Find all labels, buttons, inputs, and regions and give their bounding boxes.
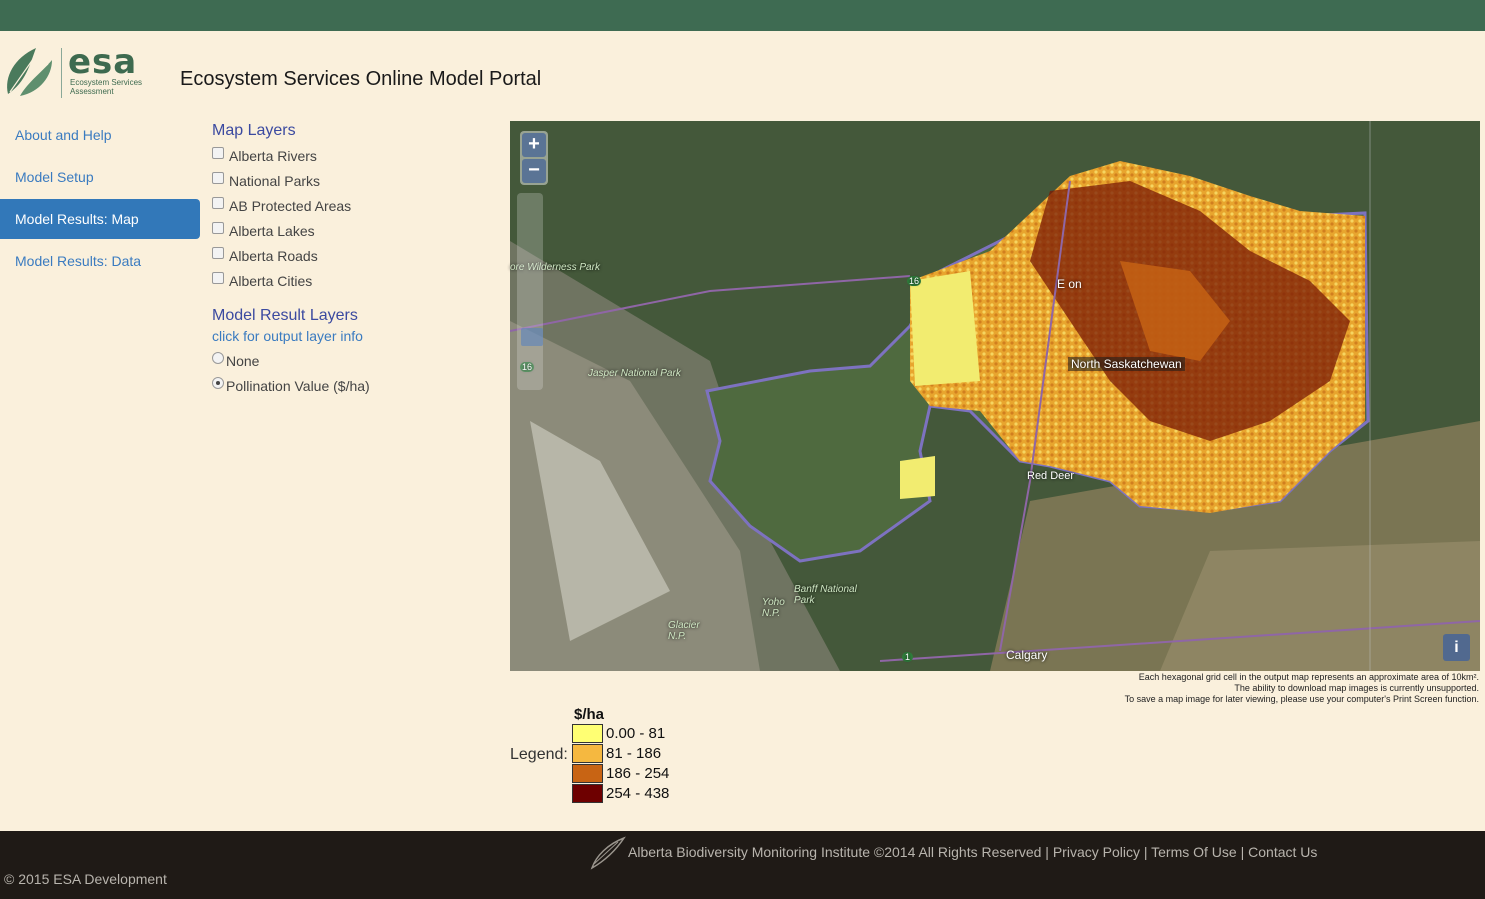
footer-sep: | <box>1240 844 1245 860</box>
layer-label: AB Protected Areas <box>229 197 352 214</box>
legend-swatch <box>572 763 603 783</box>
zoom-out-button[interactable]: − <box>522 159 546 183</box>
legend-label: Legend: <box>510 746 568 763</box>
checkbox[interactable] <box>212 271 224 284</box>
result-option-pollination[interactable]: Pollination Value ($/ha) <box>212 373 492 398</box>
layer-label: Alberta Cities <box>229 272 313 289</box>
output-layer-info-link[interactable]: click for output layer info <box>212 328 492 344</box>
nav-model-results-map[interactable]: Model Results: Map <box>0 199 200 239</box>
radio-button[interactable] <box>212 351 224 364</box>
radio-button-selected[interactable] <box>212 376 224 389</box>
nav-about-help[interactable]: About and Help <box>0 115 200 155</box>
map-label-jasper: Jasper National Park <box>588 368 681 379</box>
layer-alberta-cities[interactable]: Alberta Cities <box>212 268 492 293</box>
note-line: To save a map image for later viewing, p… <box>1124 694 1479 704</box>
footer <box>0 831 1485 899</box>
map-label-yoho: Yoho N.P. <box>762 597 785 619</box>
map-info-button[interactable]: i <box>1443 634 1470 661</box>
footer-sep: | <box>1045 844 1049 860</box>
map-label-calgary: Calgary <box>1006 648 1048 662</box>
map-label-glacier: Glacier N.P. <box>668 620 700 642</box>
note-line: The ability to download map images is cu… <box>1234 683 1479 693</box>
logo-wordmark: esa <box>68 42 138 82</box>
map-label-red-deer: Red Deer <box>1027 470 1075 482</box>
layer-label: National Parks <box>229 172 321 189</box>
model-result-layers-title: Model Result Layers <box>212 307 358 324</box>
layer-alberta-lakes[interactable]: Alberta Lakes <box>212 218 492 243</box>
legend-range: 0.00 - 81 <box>606 724 666 742</box>
layer-alberta-roads[interactable]: Alberta Roads <box>212 243 492 268</box>
legend-range: 254 - 438 <box>606 784 670 802</box>
legend-unit: $/ha <box>574 706 605 723</box>
zoom-in-button[interactable]: + <box>522 133 546 157</box>
footer-sep: | <box>1143 844 1148 860</box>
map-label-banff: Banff National Park <box>794 584 857 606</box>
footer-copyright: © 2015 ESA Development <box>4 871 167 887</box>
layers-panel: Map Layers Alberta Rivers National Parks… <box>212 122 492 398</box>
nav-model-results-data[interactable]: Model Results: Data <box>0 241 200 281</box>
layer-label: Alberta Rivers <box>229 147 317 164</box>
legend-row: 81 - 186 <box>572 743 661 763</box>
map-layers-title: Map Layers <box>212 122 296 139</box>
abmi-feather-icon <box>590 836 626 870</box>
legend-row: 0.00 - 81 <box>572 723 665 743</box>
checkbox[interactable] <box>212 171 224 184</box>
highway-shield-icon: 16 <box>907 276 922 286</box>
page-title: Ecosystem Services Online Model Portal <box>180 68 542 90</box>
map-label-region: North Saskatchewan <box>1068 357 1185 371</box>
zoom-slider-handle[interactable] <box>521 328 543 346</box>
map-label-edmonton: E on <box>1057 277 1082 291</box>
logo-subtitle: Ecosystem Services Assessment <box>70 78 143 96</box>
checkbox[interactable] <box>212 196 224 209</box>
legend-row: 254 - 438 <box>572 783 669 803</box>
contact-us-link[interactable]: Contact Us <box>1248 844 1317 860</box>
checkbox[interactable] <box>212 246 224 259</box>
terms-of-use-link[interactable]: Terms Of Use <box>1151 844 1237 860</box>
footer-org: Alberta Biodiversity Monitoring Institut… <box>628 844 1042 860</box>
logo-divider <box>61 48 62 98</box>
legend-swatch <box>572 783 603 803</box>
layer-label: Alberta Roads <box>229 247 318 264</box>
option-label: Pollination Value ($/ha) <box>226 377 370 394</box>
zoom-slider[interactable] <box>517 193 543 390</box>
map-canvas[interactable] <box>510 121 1480 671</box>
layer-ab-protected-areas[interactable]: AB Protected Areas <box>212 193 492 218</box>
option-label: None <box>226 352 260 369</box>
result-option-none[interactable]: None <box>212 348 492 373</box>
layer-label: Alberta Lakes <box>229 222 315 239</box>
legend-swatch <box>572 743 603 763</box>
zoom-control: + − <box>520 131 548 185</box>
legend-range: 186 - 254 <box>606 764 670 782</box>
checkbox[interactable] <box>212 221 224 234</box>
privacy-policy-link[interactable]: Privacy Policy <box>1053 844 1140 860</box>
layer-alberta-rivers[interactable]: Alberta Rivers <box>212 143 492 168</box>
legend-range: 81 - 186 <box>606 744 662 762</box>
footer-links: Alberta Biodiversity Monitoring Institut… <box>628 844 1317 860</box>
layer-national-parks[interactable]: National Parks <box>212 168 492 193</box>
map-notes: Each hexagonal grid cell in the output m… <box>1125 672 1479 705</box>
legend-row: 186 - 254 <box>572 763 669 783</box>
note-line: Each hexagonal grid cell in the output m… <box>1138 672 1479 682</box>
checkbox[interactable] <box>212 146 224 159</box>
sidebar-nav: About and Help Model Setup Model Results… <box>0 115 200 283</box>
nav-model-setup[interactable]: Model Setup <box>0 157 200 197</box>
highway-shield-icon: 1 <box>902 652 914 662</box>
top-bar <box>0 0 1485 31</box>
map-imagery <box>510 121 1480 671</box>
legend-swatch <box>572 723 603 743</box>
